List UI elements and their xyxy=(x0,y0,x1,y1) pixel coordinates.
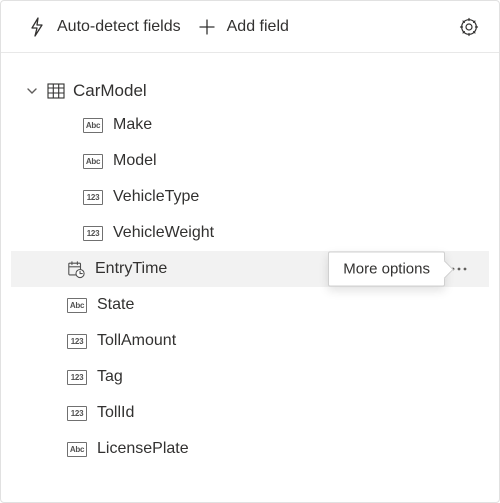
field-name: EntryTime xyxy=(95,260,167,278)
field-row[interactable]: EntryTime More options xyxy=(11,251,489,287)
field-name: TollId xyxy=(97,404,134,422)
chevron-down-icon xyxy=(25,81,39,101)
auto-detect-label: Auto-detect fields xyxy=(57,18,181,36)
text-type-icon: Abc xyxy=(67,298,87,313)
field-name: Make xyxy=(113,116,152,134)
plus-icon xyxy=(197,17,217,37)
field-name: LicensePlate xyxy=(97,440,189,458)
field-row[interactable]: Abc State xyxy=(11,287,489,323)
field-row[interactable]: 123 Tag xyxy=(11,359,489,395)
field-name: VehicleType xyxy=(113,188,199,206)
field-name: Model xyxy=(113,152,157,170)
field-name: VehicleWeight xyxy=(113,224,214,242)
text-type-icon: Abc xyxy=(83,118,103,133)
tree-root[interactable]: CarModel xyxy=(11,77,489,105)
field-name: Tag xyxy=(97,368,123,386)
field-row[interactable]: 123 VehicleType xyxy=(11,179,489,215)
table-icon xyxy=(47,81,65,101)
number-type-icon: 123 xyxy=(83,226,103,241)
tree-root-label: CarModel xyxy=(73,81,147,101)
field-row[interactable]: 123 TollId xyxy=(11,395,489,431)
fields-body: CarModel AbcMakeAbcModel123VehicleType12… xyxy=(1,53,499,502)
field-row[interactable]: Abc LicensePlate xyxy=(11,431,489,467)
field-name: State xyxy=(97,296,134,314)
add-field-label: Add field xyxy=(227,18,289,36)
number-type-icon: 123 xyxy=(67,370,87,385)
number-type-icon: 123 xyxy=(67,334,87,349)
datetime-type-icon xyxy=(67,260,85,278)
text-type-icon: Abc xyxy=(83,154,103,169)
number-type-icon: 123 xyxy=(67,406,87,421)
field-row[interactable]: Abc Model xyxy=(11,143,489,179)
auto-detect-button[interactable]: Auto-detect fields xyxy=(21,13,187,41)
settings-button[interactable] xyxy=(455,13,483,41)
field-name: TollAmount xyxy=(97,332,176,350)
number-type-icon: 123 xyxy=(83,190,103,205)
tree-children: Abc Make Abc Model 123 VehicleType 123 VehicleW… xyxy=(11,107,489,467)
text-type-icon: Abc xyxy=(67,442,87,457)
field-row[interactable]: 123 TollAmount xyxy=(11,323,489,359)
fields-panel: Auto-detect fields Add field xyxy=(0,0,500,503)
more-options-tooltip: More options xyxy=(328,252,445,287)
field-row[interactable]: Abc Make xyxy=(11,107,489,143)
add-field-button[interactable]: Add field xyxy=(191,13,295,41)
field-row[interactable]: 123 VehicleWeight xyxy=(11,215,489,251)
toolbar: Auto-detect fields Add field xyxy=(1,1,499,53)
bolt-icon xyxy=(27,17,47,37)
gear-icon xyxy=(459,17,479,37)
